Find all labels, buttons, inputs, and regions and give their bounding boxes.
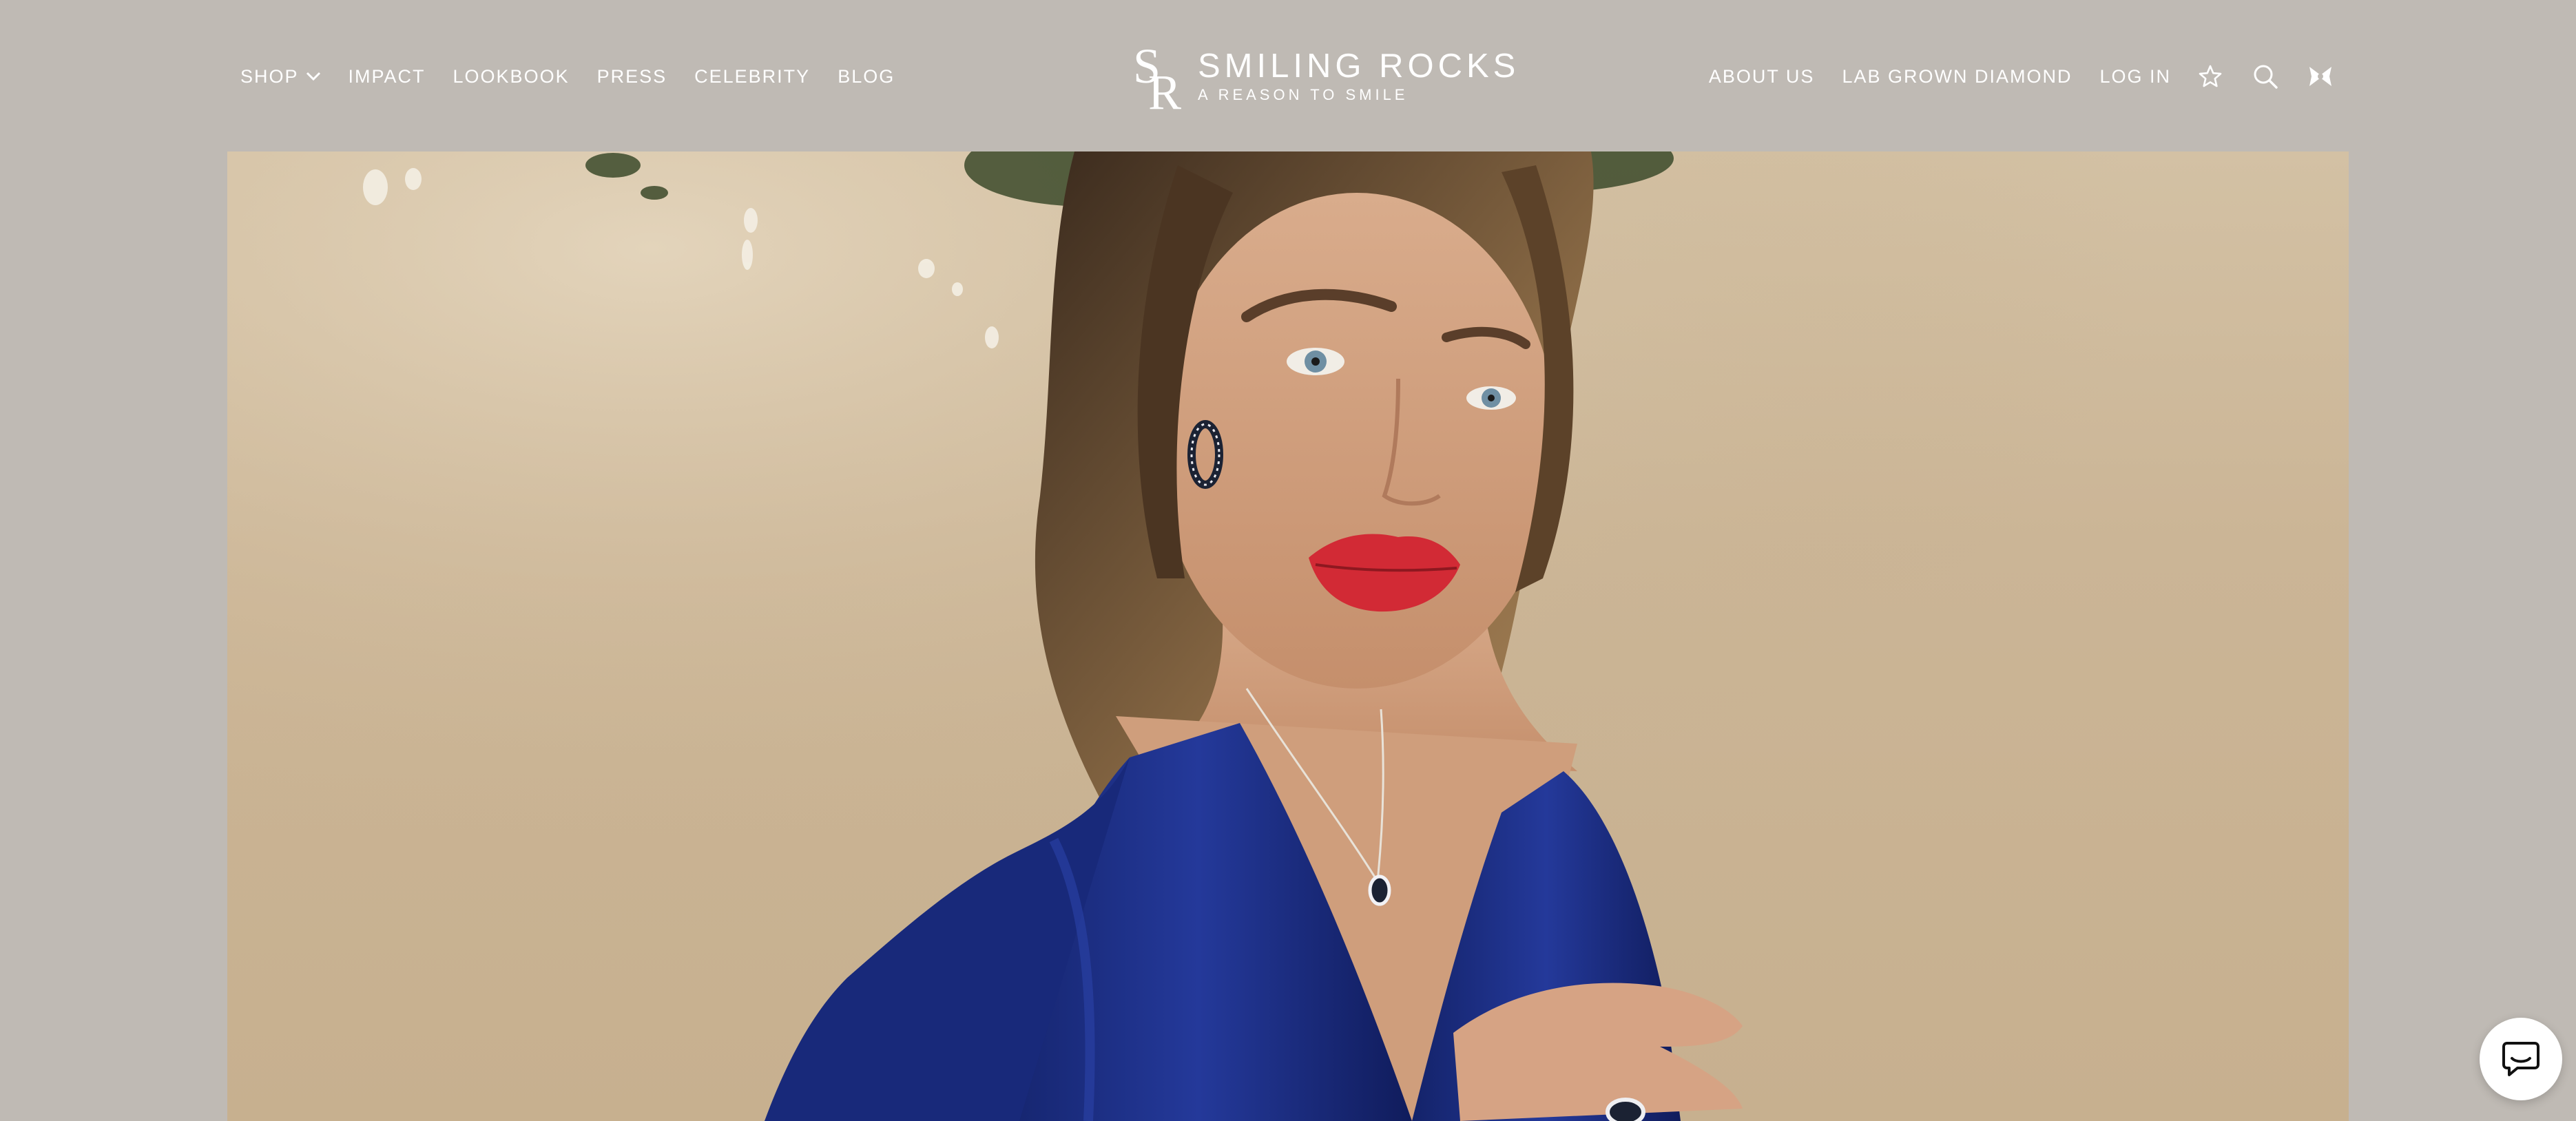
nav-press[interactable]: PRESS xyxy=(597,66,667,87)
primary-nav-right: ABOUT US LAB GROWN DIAMOND LOG IN xyxy=(1681,62,2336,91)
star-icon[interactable] xyxy=(2194,61,2226,92)
brand-name: SMILING ROCKS xyxy=(1198,48,1520,85)
live-chat-button[interactable] xyxy=(2480,1018,2562,1100)
bow-cart-icon[interactable] xyxy=(2305,61,2336,92)
nav-shop-label: SHOP xyxy=(240,65,299,87)
model-photo-illustration xyxy=(227,151,2349,1121)
nav-lab-grown-diamond[interactable]: LAB GROWN DIAMOND xyxy=(1842,66,2072,87)
nav-celebrity[interactable]: CELEBRITY xyxy=(694,66,810,87)
sr-monogram-logo: S R xyxy=(1133,40,1181,113)
nav-shop[interactable]: SHOP xyxy=(240,66,321,87)
site-header: SHOP IMPACT LOOKBOOK PRESS CELEBRITY BLO… xyxy=(0,0,2576,151)
brand-tagline: A REASON TO SMILE xyxy=(1198,86,1409,103)
nav-about-us[interactable]: ABOUT US xyxy=(1709,66,1815,87)
nav-log-in[interactable]: LOG IN xyxy=(2099,66,2171,87)
nav-lookbook[interactable]: LOOKBOOK xyxy=(453,66,570,87)
primary-nav-left: SHOP IMPACT LOOKBOOK PRESS CELEBRITY BLO… xyxy=(240,62,922,91)
nav-blog[interactable]: BLOG xyxy=(838,66,895,87)
logo-wordmark: SMILING ROCKS A REASON TO SMILE xyxy=(1198,48,1519,105)
page: SHOP IMPACT LOOKBOOK PRESS CELEBRITY BLO… xyxy=(0,0,2576,1121)
chat-bubble-icon xyxy=(2502,1042,2539,1076)
chevron-down-icon xyxy=(306,72,321,81)
svg-text:R: R xyxy=(1148,65,1181,113)
ring xyxy=(1606,1098,1645,1121)
search-icon[interactable] xyxy=(2250,61,2281,92)
brand-logo[interactable]: S R SMILING ROCKS A REASON TO SMILE xyxy=(1132,40,1519,113)
hero-banner-image[interactable] xyxy=(227,151,2349,1121)
pendant xyxy=(1368,874,1391,906)
nav-impact[interactable]: IMPACT xyxy=(349,66,426,87)
